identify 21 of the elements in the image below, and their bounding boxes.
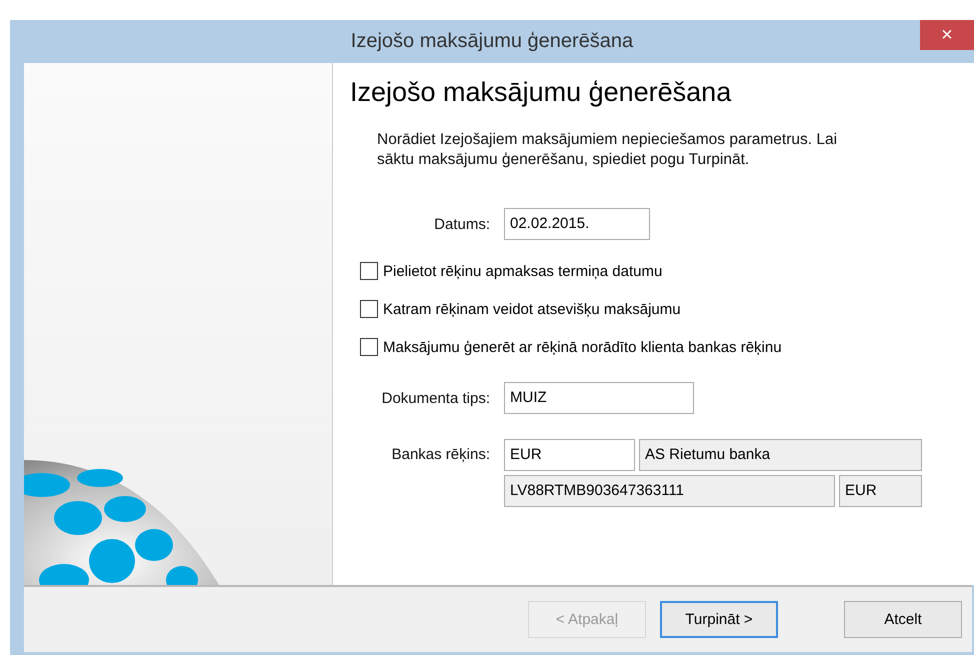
field-label: Datums: (433, 216, 490, 232)
wizard-button[interactable]: Turpināt > (660, 601, 778, 638)
text-field[interactable]: AS Rietumu banka (639, 439, 922, 471)
text-field[interactable]: MUIZ (504, 382, 694, 414)
window-title: Izejošo maksājumu ģenerēšana (350, 30, 634, 53)
checkbox-label: Pielietot rēķinu apmaksas termiņa datumu (383, 262, 662, 280)
text-field[interactable]: EUR (504, 439, 635, 471)
checkbox[interactable] (360, 338, 378, 356)
text-field[interactable]: 02.02.2015. (504, 208, 650, 240)
text-field[interactable]: EUR (839, 475, 922, 507)
page-heading: Izejošo maksājumu ģenerēšana (350, 77, 732, 108)
checkbox-label: Maksājumu ģenerēt ar rēķinā norādīto klienta bankas rēķinu (383, 338, 782, 356)
text-field[interactable]: LV88RTMB903647363111 (504, 475, 835, 507)
field-label: Bankas rēķins: (390, 445, 490, 463)
close-button[interactable]: × (920, 20, 974, 50)
checkbox[interactable] (360, 300, 378, 318)
instructions-text: Norādiet Izejošajiem maksājumiem nepieciešamos parametrus. Lai sāktu maksājumu ģenerēšanu, spiediet pogu Turpināt. (377, 130, 838, 170)
checkbox[interactable] (360, 262, 378, 280)
wizard-button[interactable]: Atcelt (844, 601, 962, 638)
checkbox-label: Katram rēķinam veidot atsevišķu maksājumu (383, 300, 681, 318)
field-label: Dokumenta tips: (380, 390, 490, 406)
